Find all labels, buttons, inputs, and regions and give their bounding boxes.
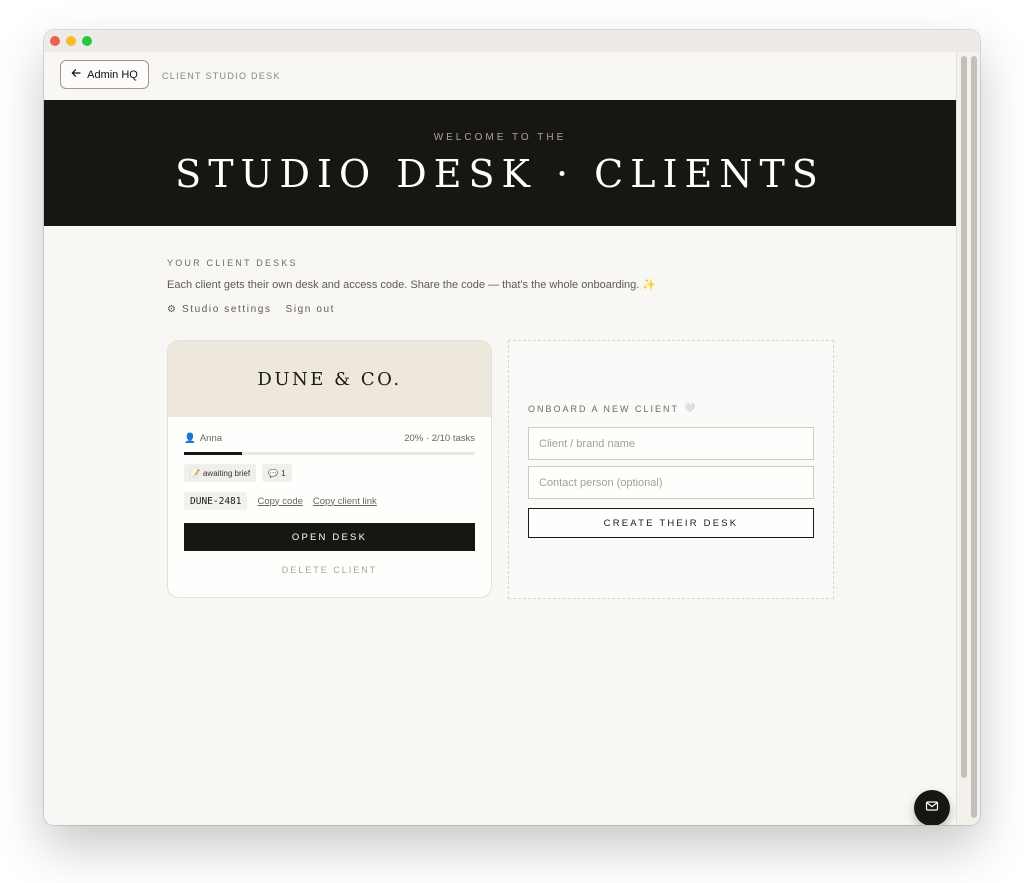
- contact-person-input[interactable]: [528, 466, 814, 499]
- hero-kicker: WELCOME TO THE: [433, 132, 567, 143]
- intro-links: ⚙ Studio settings Sign out: [167, 304, 847, 315]
- progress-bar: [184, 452, 475, 455]
- intro-kicker: YOUR CLIENT DESKS: [167, 258, 298, 268]
- mail-icon: [925, 799, 939, 818]
- window-titlebar: [44, 30, 980, 52]
- page-content: Admin HQ CLIENT STUDIO DESK WELCOME TO T…: [44, 52, 956, 825]
- comments-badge: 💬 1: [262, 464, 292, 482]
- maximize-window-button[interactable]: [82, 36, 92, 46]
- sign-out-link[interactable]: Sign out: [286, 304, 336, 315]
- browser-window: Admin HQ CLIENT STUDIO DESK WELCOME TO T…: [44, 30, 980, 825]
- client-name: DUNE & CO.: [257, 368, 402, 390]
- arrow-left-icon: [71, 68, 81, 81]
- page-title: STUDIO DESK · CLIENTS: [175, 152, 825, 196]
- copy-code-link[interactable]: Copy code: [257, 496, 302, 507]
- scrollbar-thumb-secondary[interactable]: [971, 56, 977, 818]
- delete-client-button[interactable]: DELETE CLIENT: [168, 565, 491, 575]
- intro-section: YOUR CLIENT DESKS Each client gets their…: [167, 258, 847, 315]
- note-icon: 📝: [190, 468, 200, 478]
- intro-description: Each client gets their own desk and acce…: [167, 279, 657, 291]
- brand-name-input[interactable]: [528, 427, 814, 460]
- back-button-label: Admin HQ: [87, 68, 138, 81]
- comments-count: 1: [281, 468, 286, 478]
- status-badge: 📝 awaiting brief: [184, 464, 257, 482]
- progress-bar-fill: [184, 452, 243, 455]
- client-meta-row: 👤 Anna 20% · 2/10 tasks: [184, 433, 475, 444]
- progress-text: 20% · 2/10 tasks: [404, 433, 475, 444]
- page-scrollbar[interactable]: [956, 52, 980, 825]
- open-desk-button[interactable]: OPEN DESK: [184, 523, 475, 551]
- client-card: DUNE & CO. 👤 Anna 20% · 2/10 tasks 📝 awa…: [167, 340, 492, 598]
- hero-banner: WELCOME TO THE STUDIO DESK · CLIENTS: [44, 100, 956, 226]
- access-code: DUNE-2481: [184, 492, 248, 510]
- scrollbar-thumb[interactable]: [961, 56, 967, 778]
- person-icon: 👤: [184, 433, 196, 444]
- close-window-button[interactable]: [50, 36, 60, 46]
- copy-client-link[interactable]: Copy client link: [313, 496, 377, 507]
- client-card-header: DUNE & CO.: [168, 341, 491, 417]
- studio-settings-link[interactable]: ⚙ Studio settings: [167, 304, 272, 315]
- client-contact: 👤 Anna: [184, 433, 222, 444]
- client-contact-name: Anna: [199, 433, 223, 444]
- status-badge-label: awaiting brief: [202, 468, 251, 478]
- new-client-kicker-label: ONBOARD A NEW CLIENT: [528, 403, 680, 414]
- create-desk-button[interactable]: CREATE THEIR DESK: [528, 508, 814, 538]
- new-client-kicker: ONBOARD A NEW CLIENT 🤍: [528, 403, 697, 414]
- top-bar: Admin HQ CLIENT STUDIO DESK: [44, 52, 956, 100]
- speech-bubble-icon: 💬: [268, 468, 279, 478]
- client-tags: 📝 awaiting brief 💬 1: [184, 464, 292, 482]
- new-client-card: ONBOARD A NEW CLIENT 🤍 CREATE THEIR DESK: [508, 340, 834, 599]
- minimize-window-button[interactable]: [66, 36, 76, 46]
- section-label: CLIENT STUDIO DESK: [162, 71, 281, 81]
- back-to-admin-button[interactable]: Admin HQ: [60, 60, 149, 89]
- mail-button[interactable]: [914, 790, 950, 825]
- heart-icon: 🤍: [684, 403, 698, 413]
- access-code-row: DUNE-2481 Copy code Copy client link: [184, 492, 377, 510]
